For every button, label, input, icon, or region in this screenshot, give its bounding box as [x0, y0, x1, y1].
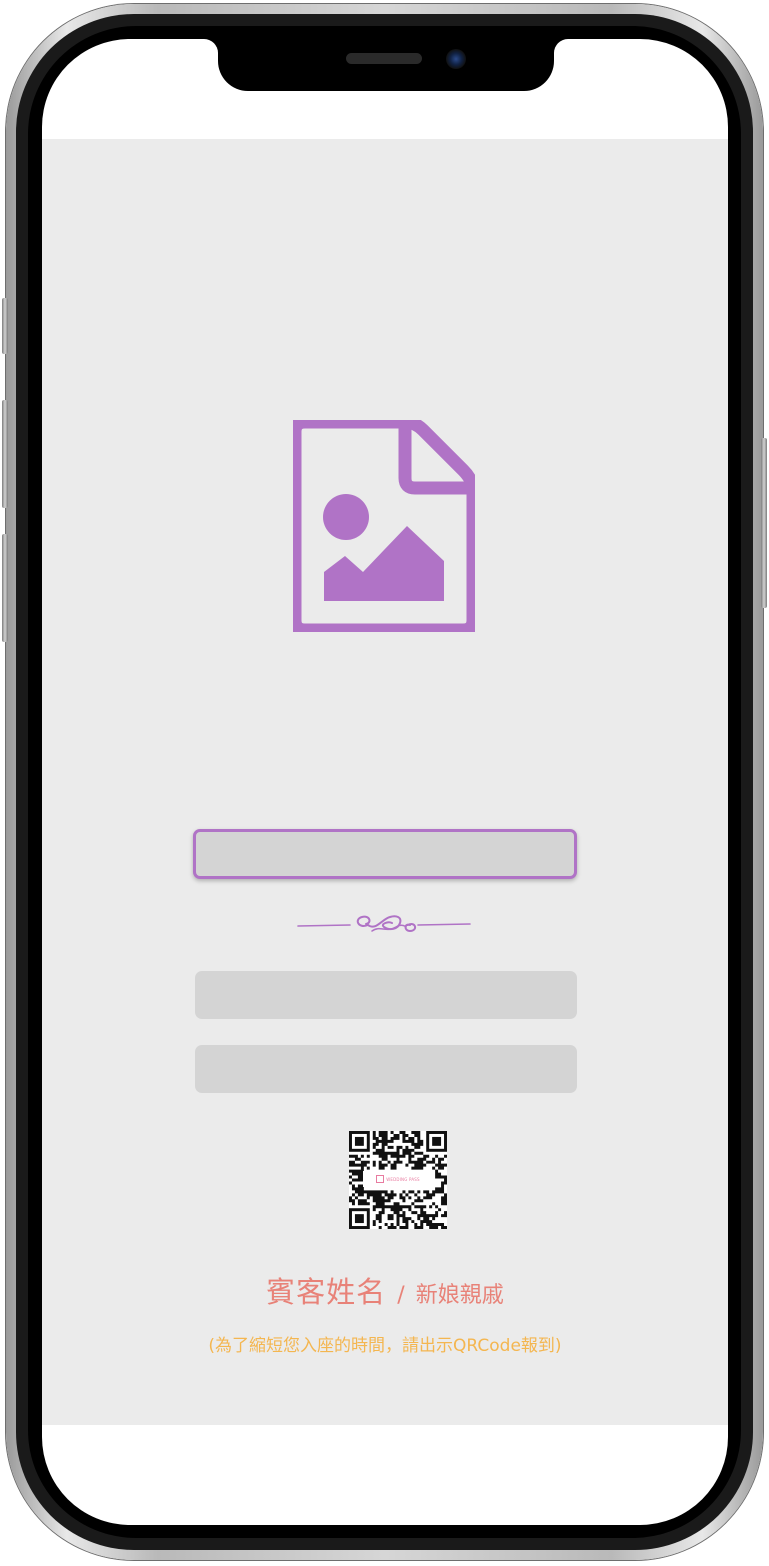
- guest-separator: /: [397, 1283, 405, 1308]
- image-file-icon[interactable]: [293, 420, 475, 632]
- front-camera-icon: [446, 49, 466, 69]
- power-button: [761, 438, 767, 608]
- qr-finder-pattern: [349, 1131, 370, 1152]
- qr-brand-label: WEDDING PASS: [363, 1171, 433, 1187]
- notch-corner-right: [554, 39, 568, 53]
- qr-brand-text: WEDDING PASS: [386, 1176, 420, 1182]
- guest-title: 賓客姓名 / 新娘親戚: [42, 1269, 728, 1311]
- volume-up-button: [2, 400, 8, 508]
- qr-code-icon: WEDDING PASS: [349, 1131, 447, 1229]
- checkin-hint: (為了縮短您入座的時間，請出示QRCode報到): [208, 1336, 562, 1356]
- qr-finder-pattern: [349, 1208, 370, 1229]
- notch: [218, 39, 554, 91]
- guest-relation: 新娘親戚: [415, 1283, 504, 1308]
- invitation-card: WEDDING PASS 賓客姓名 / 新娘親戚 (為了縮短您入座的時間，請出示…: [42, 139, 728, 1425]
- info-field-2[interactable]: [195, 1045, 577, 1093]
- volume-down-button: [2, 534, 8, 642]
- qr-brand-mark-icon: [376, 1175, 385, 1183]
- flourish-divider-icon: [297, 915, 471, 933]
- mute-switch: [2, 298, 8, 354]
- guest-name-field[interactable]: [193, 829, 577, 879]
- notch-corner-left: [204, 39, 218, 53]
- guest-name: 賓客姓名: [266, 1275, 387, 1309]
- earpiece-speaker: [346, 53, 422, 64]
- info-field-1[interactable]: [195, 971, 577, 1019]
- qr-finder-pattern: [426, 1131, 447, 1152]
- phone-screen: WEDDING PASS 賓客姓名 / 新娘親戚 (為了縮短您入座的時間，請出示…: [42, 39, 728, 1525]
